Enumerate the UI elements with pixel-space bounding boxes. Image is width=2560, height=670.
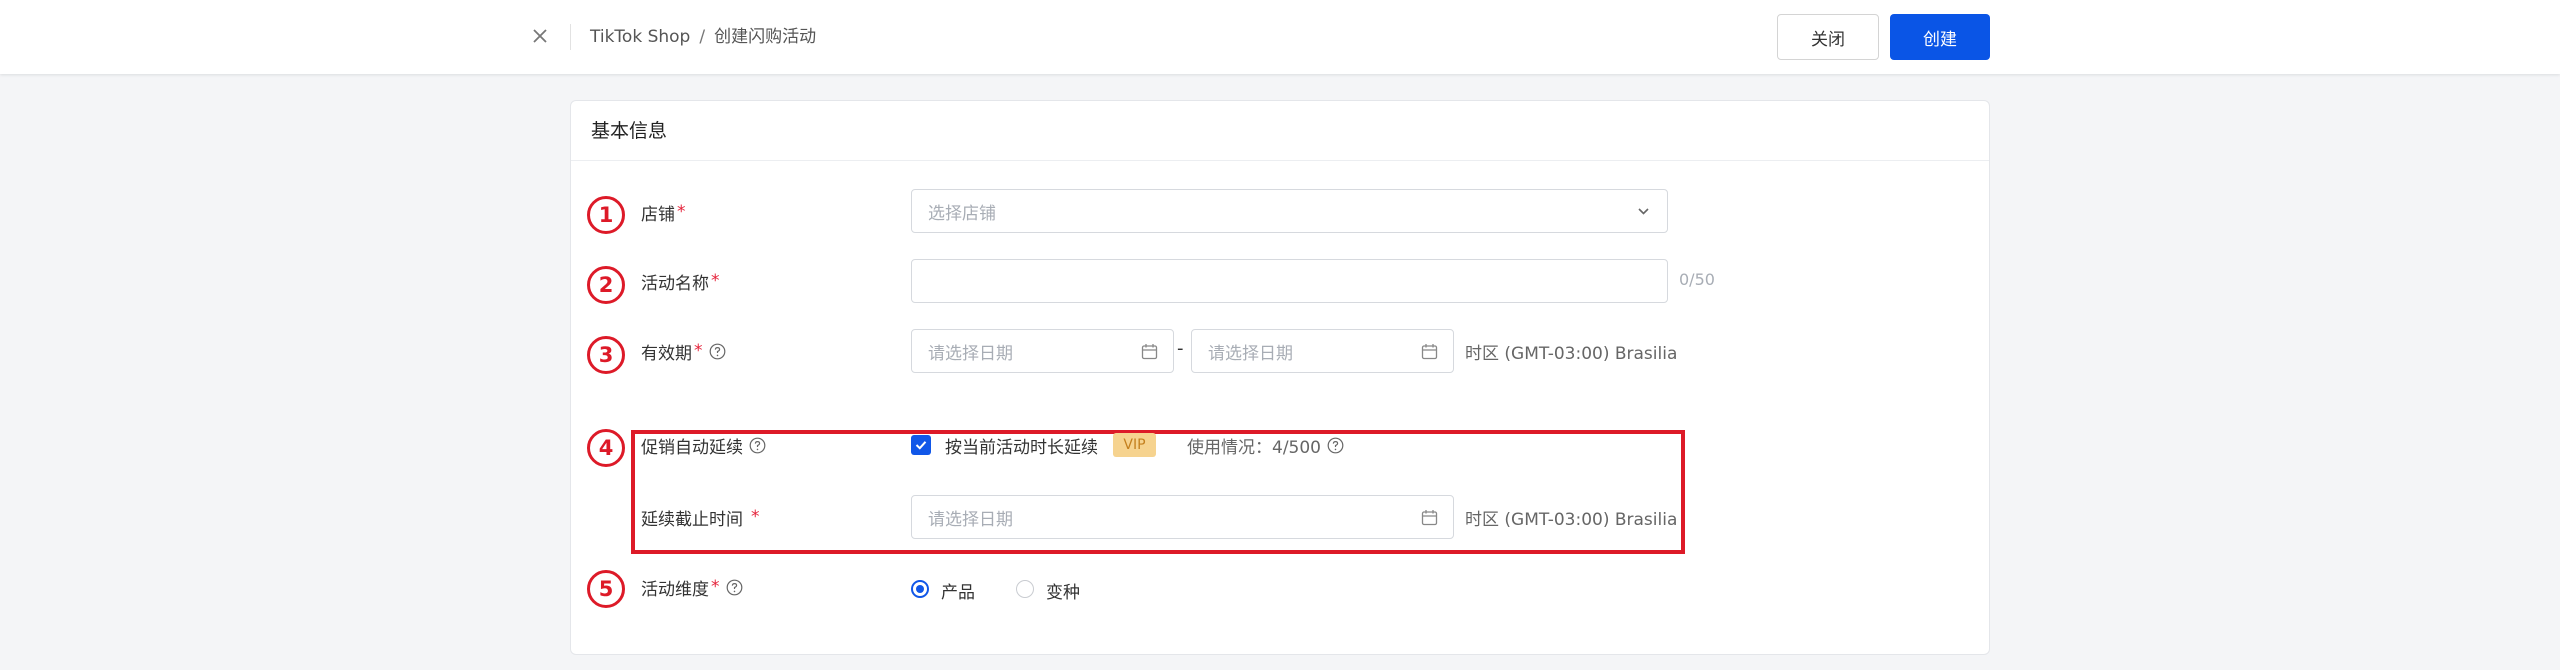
- annotation-marker-4: 4: [587, 429, 625, 467]
- annotation-marker-1: 1: [587, 196, 625, 234]
- dimension-label: 活动维度 *: [641, 575, 743, 600]
- calendar-icon: [1140, 342, 1159, 361]
- validity-label-text: 有效期: [641, 343, 692, 364]
- breadcrumb-separator: /: [699, 27, 706, 47]
- radio-product[interactable]: [911, 580, 929, 598]
- calendar-icon: [1420, 508, 1439, 527]
- extend-deadline-label-text: 延续截止时间: [641, 509, 743, 530]
- extend-deadline-placeholder: 请选择日期: [928, 509, 1013, 530]
- vip-badge: VIP: [1113, 433, 1156, 457]
- auto-extend-checkbox-label[interactable]: 按当前活动时长延续: [945, 433, 1098, 458]
- chevron-down-icon: [1634, 202, 1653, 221]
- start-date-placeholder: 请选择日期: [928, 343, 1013, 364]
- annotation-marker-5: 5: [587, 570, 625, 608]
- shop-label: 店铺 *: [641, 200, 686, 225]
- activity-name-label: 活动名称 *: [641, 269, 720, 294]
- radio-product-label[interactable]: 产品: [941, 578, 975, 603]
- help-icon[interactable]: [749, 437, 766, 454]
- header-divider: [570, 24, 571, 50]
- activity-name-label-text: 活动名称: [641, 273, 709, 294]
- required-mark: *: [711, 271, 720, 291]
- end-date-picker[interactable]: 请选择日期: [1191, 329, 1454, 373]
- radio-variant[interactable]: [1016, 580, 1034, 598]
- start-date-picker[interactable]: 请选择日期: [911, 329, 1174, 373]
- section-title: 基本信息: [571, 101, 1989, 161]
- annotation-marker-3: 3: [587, 336, 625, 374]
- basic-info-card: 基本信息: [570, 100, 1990, 655]
- breadcrumb-current: 创建闪购活动: [714, 27, 817, 47]
- auto-extend-checkbox[interactable]: [911, 435, 931, 455]
- breadcrumb-root[interactable]: TikTok Shop: [590, 27, 690, 47]
- timezone-text: 时区 (GMT-03:00) Brasilia: [1465, 344, 1678, 364]
- help-icon[interactable]: [709, 343, 726, 360]
- timezone-text: 时区 (GMT-03:00) Brasilia: [1465, 510, 1678, 530]
- annotation-marker-2: 2: [587, 266, 625, 304]
- top-bar: TikTok Shop / 创建闪购活动 关闭 创建: [0, 0, 2560, 74]
- shop-select-placeholder: 选择店铺: [928, 203, 996, 224]
- create-button[interactable]: 创建: [1890, 14, 1990, 60]
- close-button[interactable]: 关闭: [1777, 14, 1879, 60]
- validity-label: 有效期 *: [641, 339, 726, 364]
- close-icon[interactable]: [526, 22, 554, 50]
- calendar-icon: [1420, 342, 1439, 361]
- dimension-label-text: 活动维度: [641, 579, 709, 600]
- required-mark: *: [711, 577, 720, 597]
- end-date-placeholder: 请选择日期: [1208, 343, 1293, 364]
- required-mark: *: [751, 507, 760, 527]
- shop-label-text: 店铺: [641, 204, 675, 225]
- radio-variant-label[interactable]: 变种: [1046, 578, 1080, 603]
- date-range-separator: -: [1177, 338, 1184, 359]
- help-icon[interactable]: [1327, 437, 1344, 454]
- activity-name-input[interactable]: [911, 259, 1668, 303]
- breadcrumb: TikTok Shop / 创建闪购活动: [590, 24, 816, 50]
- shop-select[interactable]: 选择店铺: [911, 189, 1668, 233]
- auto-extend-label-text: 促销自动延续: [641, 437, 743, 458]
- auto-extend-label: 促销自动延续: [641, 433, 766, 458]
- usage-text: 使用情况：4/500: [1187, 438, 1321, 458]
- required-mark: *: [677, 202, 686, 222]
- char-counter: 0/50: [1679, 270, 1715, 289]
- extend-deadline-label: 延续截止时间 *: [641, 505, 760, 530]
- check-icon: [915, 441, 927, 450]
- required-mark: *: [694, 341, 703, 361]
- extend-deadline-picker[interactable]: 请选择日期: [911, 495, 1454, 539]
- help-icon[interactable]: [726, 579, 743, 596]
- usage-info: 使用情况：4/500: [1187, 433, 1344, 458]
